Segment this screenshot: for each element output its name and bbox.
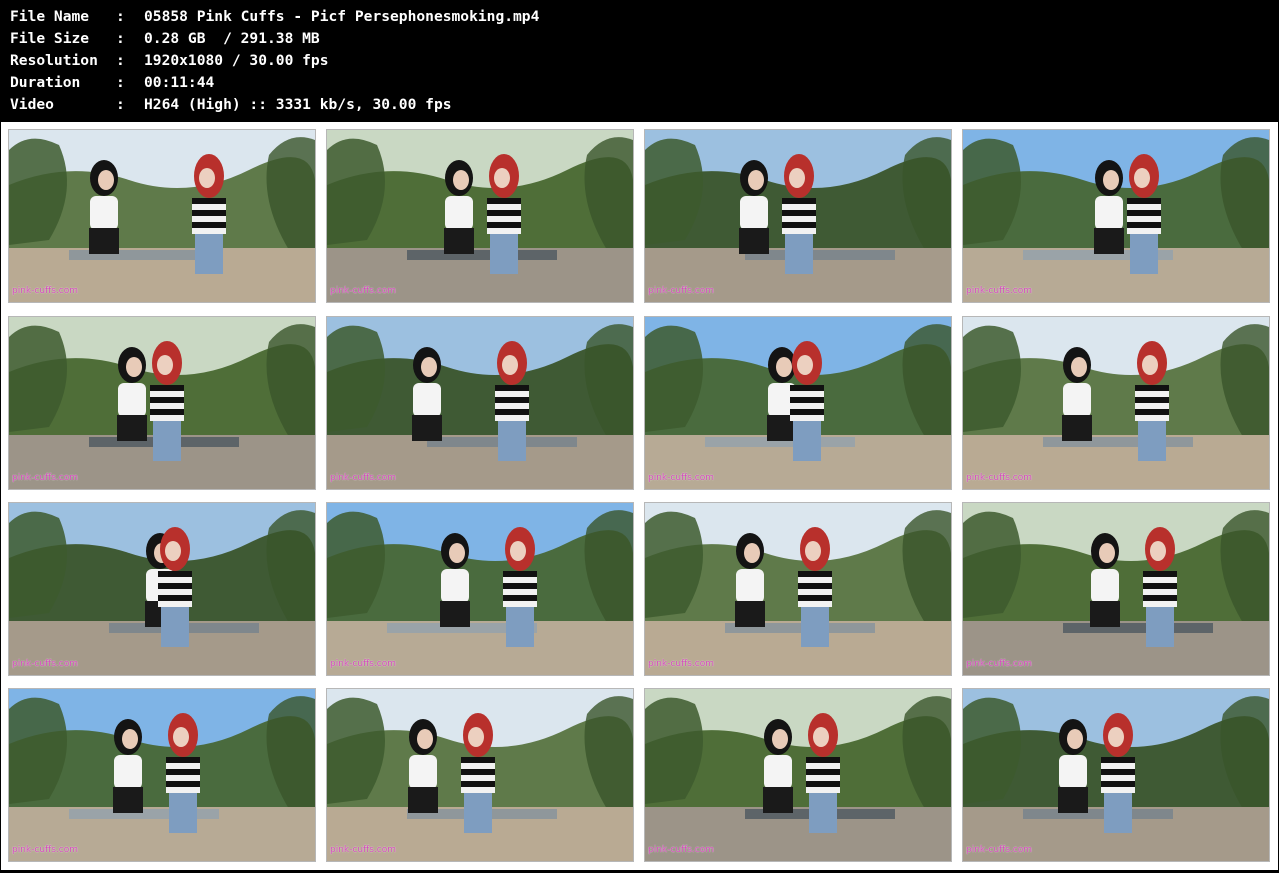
thumbnail-scene [9,317,315,489]
video-thumbnail: pink-cuffs.com [8,502,316,676]
file-name-value: 05858 Pink Cuffs - Picf Persephonesmokin… [144,8,540,25]
thumbnail-scene [963,689,1269,861]
file-size-row: File Size : 0.28 GB / 291.38 MB [10,28,710,50]
file-size-label: File Size [10,30,90,47]
video-thumbnail: pink-cuffs.com [962,316,1270,490]
duration-row: Duration : 00:11:44 [10,72,710,94]
resolution-separator: : [116,52,125,69]
thumbnail-scene [9,130,315,302]
watermark-logo: pink-cuffs.com [330,286,397,296]
duration-separator: : [116,74,125,91]
video-thumbnail: pink-cuffs.com [326,688,634,862]
watermark-logo: pink-cuffs.com [12,473,79,483]
video-thumbnail: pink-cuffs.com [644,316,952,490]
video-thumbnail: pink-cuffs.com [8,688,316,862]
watermark-logo: pink-cuffs.com [330,845,397,855]
video-row: Video : H264 (High) :: 3331 kb/s, 30.00 … [10,94,710,116]
watermark-logo: pink-cuffs.com [648,286,715,296]
watermark-logo: pink-cuffs.com [12,286,79,296]
video-label: Video [10,96,54,113]
watermark-logo: pink-cuffs.com [12,845,79,855]
video-thumbnail: pink-cuffs.com [326,129,634,303]
video-thumbnail: pink-cuffs.com [326,502,634,676]
video-thumbnail: pink-cuffs.com [644,129,952,303]
file-size-value: 0.28 GB / 291.38 MB [144,30,320,47]
file-name-row: File Name : 05858 Pink Cuffs - Picf Pers… [10,6,710,28]
thumbnail-scene [963,130,1269,302]
video-thumbnail: pink-cuffs.com [644,502,952,676]
video-thumbnail: pink-cuffs.com [326,316,634,490]
thumbnail-scene [963,503,1269,675]
thumbnail-scene [327,503,633,675]
file-name-separator: : [116,8,125,25]
file-info-panel: File Name : 05858 Pink Cuffs - Picf Pers… [10,6,710,116]
file-size-separator: : [116,30,125,47]
video-value: H264 (High) :: 3331 kb/s, 30.00 fps [144,96,452,113]
video-thumbnail: pink-cuffs.com [644,688,952,862]
thumbnail-scene [645,130,951,302]
video-thumbnail: pink-cuffs.com [962,688,1270,862]
watermark-logo: pink-cuffs.com [966,659,1033,669]
video-thumbnail: pink-cuffs.com [962,129,1270,303]
thumbnail-scene [9,689,315,861]
thumbnail-scene [645,689,951,861]
thumbnail-scene [963,317,1269,489]
duration-label: Duration [10,74,81,91]
video-thumbnail: pink-cuffs.com [8,316,316,490]
video-separator: : [116,96,125,113]
watermark-logo: pink-cuffs.com [330,659,397,669]
file-name-label: File Name [10,8,90,25]
thumbnail-scene [9,503,315,675]
resolution-label: Resolution [10,52,98,69]
thumbnail-scene [327,130,633,302]
resolution-row: Resolution : 1920x1080 / 30.00 fps [10,50,710,72]
watermark-logo: pink-cuffs.com [330,473,397,483]
watermark-logo: pink-cuffs.com [648,659,715,669]
duration-value: 00:11:44 [144,74,215,91]
resolution-value: 1920x1080 / 30.00 fps [144,52,329,69]
watermark-logo: pink-cuffs.com [12,659,79,669]
thumbnail-scene [327,317,633,489]
watermark-logo: pink-cuffs.com [966,473,1033,483]
watermark-logo: pink-cuffs.com [966,845,1033,855]
watermark-logo: pink-cuffs.com [648,473,715,483]
thumbnail-scene [645,317,951,489]
watermark-logo: pink-cuffs.com [648,845,715,855]
video-thumbnail: pink-cuffs.com [8,129,316,303]
watermark-logo: pink-cuffs.com [966,286,1033,296]
thumbnail-scene [645,503,951,675]
thumbnail-scene [327,689,633,861]
thumbnail-sheet: pink-cuffs.com pink-cuffs.com pink-cuffs.c… [1,122,1278,870]
video-thumbnail: pink-cuffs.com [962,502,1270,676]
